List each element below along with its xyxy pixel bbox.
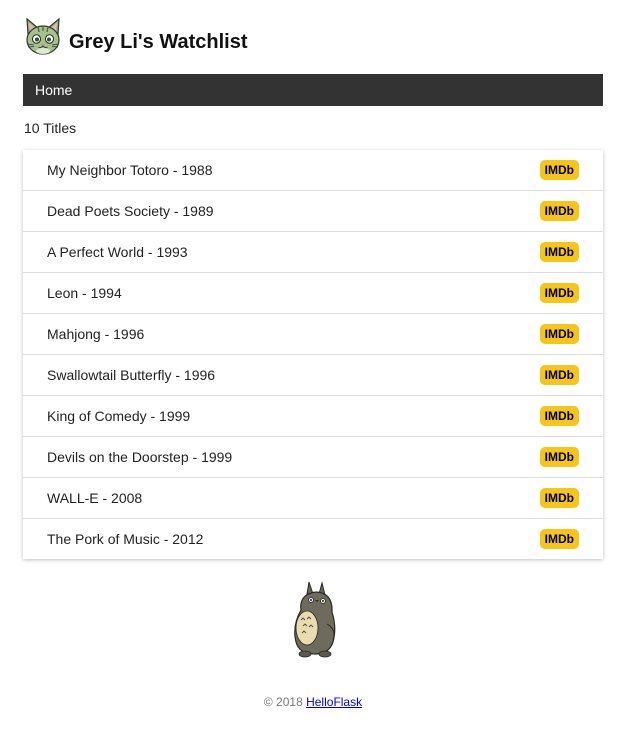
imdb-link[interactable]: IMDb [539, 406, 579, 426]
movie-title: A Perfect World - 1993 [47, 244, 188, 260]
list-item: Swallowtail Butterfly - 1996 IMDb [23, 355, 603, 396]
movie-title: The Pork of Music - 2012 [47, 531, 204, 547]
nav-home-link[interactable]: Home [23, 82, 72, 98]
list-item: WALL-E - 2008 IMDb [23, 478, 603, 519]
site-title: Grey Li's Watchlist [69, 30, 248, 53]
movie-title: Swallowtail Butterfly - 1996 [47, 367, 216, 383]
totoro-icon [294, 581, 336, 658]
list-item: A Perfect World - 1993 IMDb [23, 232, 603, 273]
movie-title: Mahjong - 1996 [47, 326, 145, 342]
list-item: Mahjong - 1996 IMDb [23, 314, 603, 355]
movie-title: Leon - 1994 [47, 285, 122, 301]
movie-title: WALL-E - 2008 [47, 490, 143, 506]
list-item: The Pork of Music - 2012 IMDb [23, 519, 603, 559]
footer: © 2018 HelloFlask [0, 695, 626, 709]
imdb-link[interactable]: IMDb [539, 201, 579, 221]
imdb-link[interactable]: IMDb [539, 283, 579, 303]
imdb-link[interactable]: IMDb [539, 488, 579, 508]
imdb-link[interactable]: IMDb [539, 447, 579, 467]
imdb-link[interactable]: IMDb [539, 365, 579, 385]
imdb-link[interactable]: IMDb [539, 529, 579, 549]
helloflask-link[interactable]: HelloFlask [306, 695, 362, 709]
list-item: Leon - 1994 IMDb [23, 273, 603, 314]
cat-avatar-icon [26, 17, 60, 55]
site-header: Grey Li's Watchlist [24, 14, 248, 60]
navbar: Home [23, 74, 603, 106]
imdb-link[interactable]: IMDb [539, 242, 579, 262]
list-item: Dead Poets Society - 1989 IMDb [23, 191, 603, 232]
movie-list: My Neighbor Totoro - 1988 IMDb Dead Poet… [23, 150, 603, 559]
movie-title: Dead Poets Society - 1989 [47, 203, 214, 219]
list-item: My Neighbor Totoro - 1988 IMDb [23, 150, 603, 191]
footer-copyright: © 2018 [263, 695, 307, 709]
movie-title: Devils on the Doorstep - 1999 [47, 449, 233, 465]
imdb-link[interactable]: IMDb [539, 324, 579, 344]
imdb-link[interactable]: IMDb [539, 160, 579, 180]
movie-title: My Neighbor Totoro - 1988 [47, 162, 213, 178]
list-item: Devils on the Doorstep - 1999 IMDb [23, 437, 603, 478]
list-item: King of Comedy - 1999 IMDb [23, 396, 603, 437]
movie-title: King of Comedy - 1999 [47, 408, 191, 424]
titles-count: 10 Titles [24, 120, 77, 136]
